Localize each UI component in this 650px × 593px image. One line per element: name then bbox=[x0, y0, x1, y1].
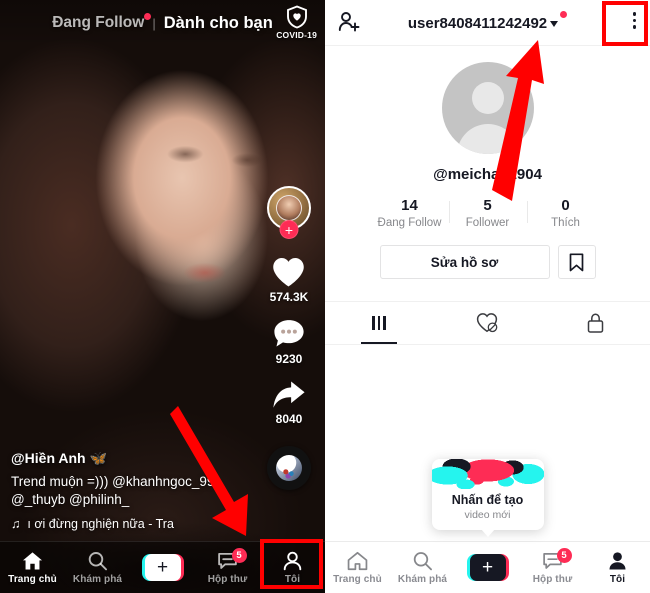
tab-videos-grid[interactable] bbox=[325, 302, 433, 344]
tab-following-label: Đang Follow bbox=[52, 14, 145, 31]
caption-music[interactable]: ♫ ı ơi đừng nghiện nữa - Tra bbox=[11, 517, 261, 531]
avatar-body bbox=[456, 124, 519, 154]
profile-handle: @meichan1904 bbox=[433, 166, 542, 183]
stat-following-value: 14 bbox=[401, 197, 418, 214]
shield-heart-icon bbox=[286, 5, 307, 29]
chevron-down-icon bbox=[550, 21, 559, 27]
nav-home-right[interactable]: Trang chủ bbox=[325, 542, 390, 593]
profile-panel: user8408411242492 @meichan1904 14 Đang F… bbox=[325, 0, 650, 593]
stat-followers-label: Follower bbox=[465, 217, 510, 229]
highlight-box-three-dot-menu bbox=[602, 1, 648, 46]
profile-notification-dot bbox=[560, 11, 568, 18]
bookmark-button[interactable] bbox=[557, 245, 596, 279]
nav-inbox-left[interactable]: 5 Hộp thư bbox=[195, 542, 260, 593]
tooltip-subtitle: video mới bbox=[464, 509, 511, 521]
like-count: 574.3K bbox=[269, 290, 309, 304]
heart-slash-icon bbox=[477, 313, 498, 333]
share-arrow-icon bbox=[273, 381, 305, 408]
feed-top-bar: Đang Follow | Dành cho bạn COVID-19 bbox=[0, 0, 325, 46]
music-disc-art bbox=[276, 455, 302, 481]
tab-following[interactable]: Đang Follow bbox=[52, 13, 152, 32]
video-action-rail: + 574.3K 9230 8040 bbox=[261, 186, 317, 490]
covid-label: COVID-19 bbox=[276, 30, 317, 40]
heart-icon bbox=[273, 258, 305, 287]
nav-discover-left[interactable]: Khám phá bbox=[65, 542, 130, 593]
tab-private[interactable] bbox=[542, 302, 650, 344]
comment-count: 9230 bbox=[275, 352, 303, 366]
covid-info-button[interactable]: COVID-19 bbox=[276, 5, 317, 40]
nav-inbox-right[interactable]: 5 Hộp thư bbox=[520, 542, 585, 593]
video-feed-panel: Đang Follow | Dành cho bạn COVID-19 + 57… bbox=[0, 0, 325, 593]
comment-icon bbox=[274, 320, 304, 347]
avatar-inner bbox=[276, 195, 302, 221]
home-icon bbox=[22, 551, 43, 569]
tooltip-splash-art bbox=[431, 459, 544, 489]
music-disc-button[interactable] bbox=[267, 446, 311, 490]
create-button-right[interactable]: + bbox=[466, 554, 509, 581]
nav-home-label-left: Trang chủ bbox=[8, 573, 57, 585]
nav-home-label-right: Trang chủ bbox=[333, 573, 382, 585]
nav-me-right[interactable]: Tôi bbox=[585, 542, 650, 593]
share-count: 8040 bbox=[275, 412, 303, 426]
like-action[interactable]: 574.3K bbox=[269, 256, 309, 304]
tab-for-you[interactable]: Dành cho bạn bbox=[164, 14, 273, 33]
caption-text: Trend muộn =))) @khanhngoc_99_ @_thuyb @… bbox=[11, 473, 222, 507]
profile-actions: Sửa hồ sơ bbox=[325, 245, 650, 279]
comment-action[interactable]: 9230 bbox=[272, 318, 306, 366]
inbox-badge-right: 5 bbox=[556, 548, 572, 563]
nav-create-right[interactable]: + bbox=[455, 542, 520, 593]
avatar-head bbox=[471, 82, 504, 114]
tooltip-title: Nhấn để tạo bbox=[451, 493, 524, 507]
follow-plus-button[interactable]: + bbox=[279, 220, 299, 239]
nav-home-left[interactable]: Trang chủ bbox=[0, 542, 65, 593]
create-plus-glyph: + bbox=[144, 554, 181, 581]
person-filled-icon bbox=[609, 551, 626, 569]
home-icon bbox=[347, 551, 368, 570]
nav-discover-label-left: Khám phá bbox=[72, 573, 123, 585]
music-note-icon: ♫ bbox=[11, 517, 21, 531]
nav-inbox-label-left: Hộp thư bbox=[207, 573, 248, 585]
nav-discover-right[interactable]: Khám phá bbox=[390, 542, 455, 593]
creator-avatar-button[interactable]: + bbox=[267, 186, 311, 239]
profile-avatar[interactable] bbox=[441, 62, 534, 154]
stat-likes[interactable]: 0 Thích bbox=[526, 197, 605, 229]
app-screenshot: Đang Follow | Dành cho bạn COVID-19 + 57… bbox=[0, 0, 650, 593]
edit-profile-button[interactable]: Sửa hồ sơ bbox=[379, 245, 550, 279]
search-icon bbox=[88, 551, 108, 570]
share-action[interactable]: 8040 bbox=[272, 380, 306, 426]
stat-likes-label: Thích bbox=[551, 217, 580, 229]
create-video-tooltip[interactable]: Nhấn để tạo video mới bbox=[431, 459, 544, 530]
music-title: ı ơi đừng nghiện nữa - Tra bbox=[27, 517, 174, 531]
stat-likes-value: 0 bbox=[561, 197, 570, 214]
highlight-box-me-tab-left bbox=[260, 539, 323, 589]
stat-following-label: Đang Follow bbox=[377, 217, 442, 229]
bottom-nav-right: Trang chủ Khám phá + 5 Hộp thư Tôi bbox=[325, 541, 650, 593]
tab-separator: | bbox=[152, 15, 156, 31]
lock-icon bbox=[588, 313, 604, 333]
profile-content-tabs bbox=[325, 301, 650, 345]
bookmark-icon bbox=[569, 252, 584, 271]
profile-username: user8408411242492 bbox=[407, 14, 548, 32]
grid-icon bbox=[372, 316, 386, 330]
tab-liked-hidden[interactable] bbox=[433, 302, 541, 344]
stat-followers-value: 5 bbox=[483, 197, 492, 214]
stat-followers[interactable]: 5 Follower bbox=[448, 197, 527, 229]
inbox-badge-left: 5 bbox=[231, 548, 247, 563]
create-plus-glyph: + bbox=[469, 554, 506, 581]
create-button-left[interactable]: + bbox=[141, 554, 184, 581]
stat-following[interactable]: 14 Đang Follow bbox=[371, 197, 449, 229]
caption-username[interactable]: @Hiền Anh 🦋 bbox=[11, 450, 261, 467]
video-caption-block: @Hiền Anh 🦋 Trend muộn =))) @khanhngoc_9… bbox=[11, 450, 261, 531]
nav-create-left[interactable]: + bbox=[130, 542, 195, 593]
profile-stats: 14 Đang Follow 5 Follower 0 Thích bbox=[325, 197, 650, 229]
search-icon bbox=[413, 551, 432, 570]
tab-following-dot bbox=[144, 13, 152, 20]
nav-me-label-right: Tôi bbox=[609, 573, 626, 585]
nav-inbox-label-right: Hộp thư bbox=[532, 573, 573, 585]
nav-discover-label-right: Khám phá bbox=[397, 573, 448, 585]
